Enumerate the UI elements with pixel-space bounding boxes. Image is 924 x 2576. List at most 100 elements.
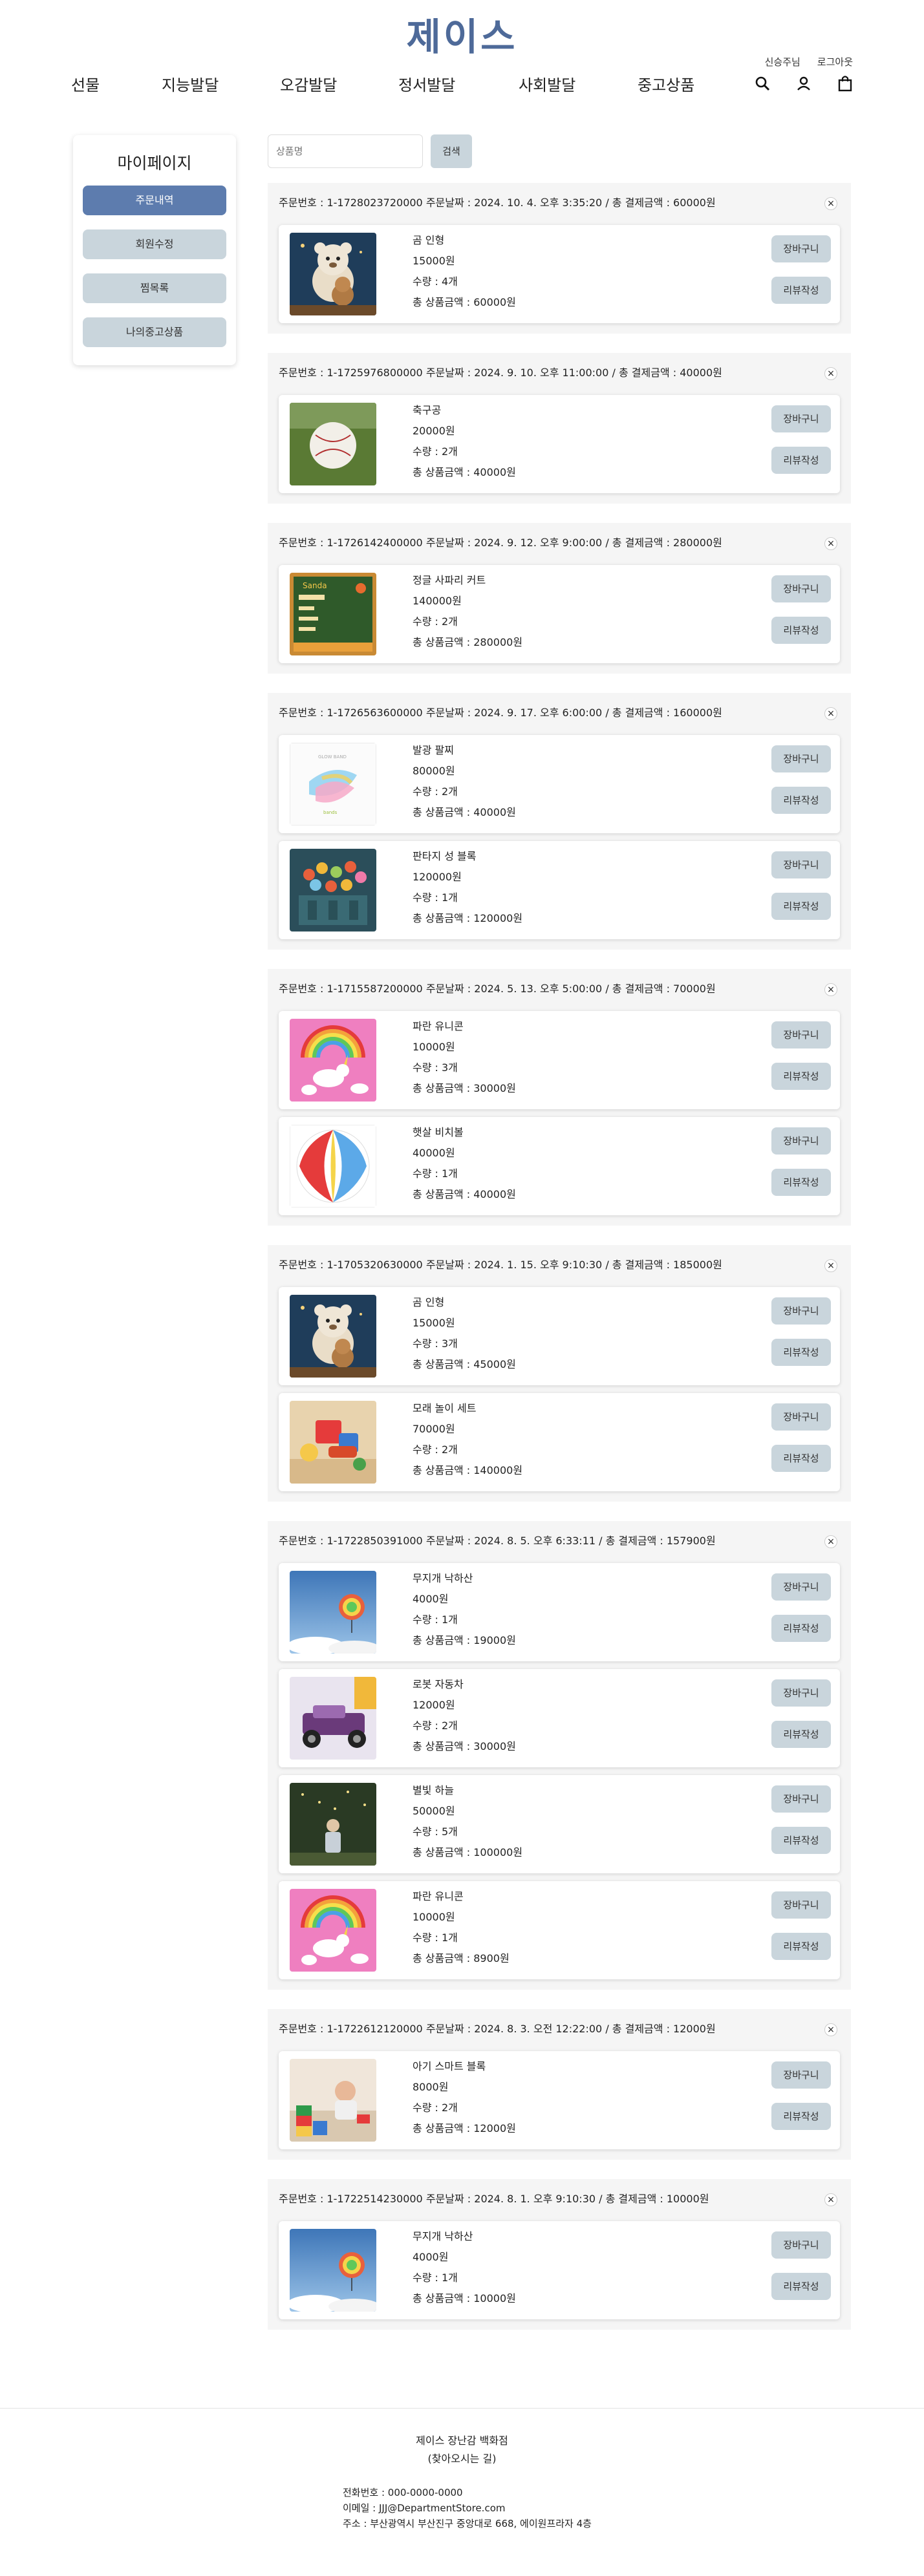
product-price: 10000원 [413,1911,455,1923]
product-quantity: 수량 : 2개 [413,615,458,628]
write-review-button[interactable]: 리뷰작성 [771,1063,831,1090]
nav-item-social[interactable]: 사회발달 [519,72,638,95]
product-total: 총 상품금액 : 12000원 [413,2122,516,2134]
sidebar-item-orders[interactable]: 주문내역 [83,186,226,215]
order-item: 아기 스마트 블록 8000원 수량 : 2개 총 상품금액 : 12000원 장바구니… [279,2051,840,2149]
search-input[interactable] [268,134,423,168]
product-image[interactable] [290,403,376,485]
product-total: 총 상품금액 : 10000원 [413,2292,516,2305]
user-icon[interactable] [796,76,811,91]
product-total: 총 상품금액 : 30000원 [413,1740,516,1752]
add-to-cart-button[interactable]: 장바구니 [771,1573,831,1601]
delete-order-button[interactable]: × [824,2193,837,2206]
write-review-button[interactable]: 리뷰작성 [771,617,831,644]
nav-item-gift[interactable]: 선물 [71,72,162,95]
footer-info: 전화번호 : 000-0000-0000 이메일 : JJJ@Departmen… [343,2485,592,2531]
shopping-bag-icon[interactable] [837,75,853,92]
write-review-button[interactable]: 리뷰작성 [771,1933,831,1960]
nav-icons [755,75,853,92]
search-button[interactable]: 검색 [431,134,472,168]
add-to-cart-button[interactable]: 장바구니 [771,1021,831,1048]
write-review-button[interactable]: 리뷰작성 [771,277,831,304]
sidebar-item-wishlist[interactable]: 찜목록 [83,273,226,303]
add-to-cart-button[interactable]: 장바구니 [771,2231,831,2259]
delete-order-button[interactable]: × [824,197,837,210]
add-to-cart-button[interactable]: 장바구니 [771,1679,831,1707]
order-card: 주문번호 : 1-1722612120000 주문날짜 : 2024. 8. 3… [268,2009,851,2160]
nav-item-used[interactable]: 중고상품 [638,72,728,95]
add-to-cart-button[interactable]: 장바구니 [771,745,831,772]
product-image[interactable] [290,1783,376,1866]
product-price: 70000원 [413,1423,455,1435]
order-card: 주문번호 : 1-1715587200000 주문날짜 : 2024. 5. 1… [268,969,851,1226]
product-image[interactable] [290,1295,376,1378]
delete-order-button[interactable]: × [824,983,837,996]
add-to-cart-button[interactable]: 장바구니 [771,1785,831,1813]
product-image[interactable] [290,2059,376,2142]
write-review-button[interactable]: 리뷰작성 [771,1827,831,1854]
add-to-cart-button[interactable]: 장바구니 [771,405,831,432]
product-name: 곰 인형 [413,234,445,246]
add-to-cart-button[interactable]: 장바구니 [771,2061,831,2089]
product-quantity: 수량 : 1개 [413,891,458,904]
delete-order-button[interactable]: × [824,2023,837,2036]
write-review-button[interactable]: 리뷰작성 [771,893,831,920]
nav-item-intelligence[interactable]: 지능발달 [162,72,280,95]
order-item: 로봇 자동차 12000원 수량 : 2개 총 상품금액 : 30000원 장바구니 리뷰… [279,1669,840,1767]
nav-item-emotion[interactable]: 정서발달 [398,72,519,95]
write-review-button[interactable]: 리뷰작성 [771,787,831,814]
nav-item-senses[interactable]: 오감발달 [280,72,398,95]
product-image[interactable]: Sanda [290,573,376,655]
product-image[interactable] [290,849,376,931]
write-review-button[interactable]: 리뷰작성 [771,1445,831,1472]
sidebar-item-my-used[interactable]: 나의중고상품 [83,317,226,347]
product-price: 140000원 [413,595,462,607]
product-quantity: 수량 : 1개 [413,1613,458,1626]
order-item: 곰 인형 15000원 수량 : 3개 총 상품금액 : 45000원 장바구니 리뷰작성 [279,1287,840,1385]
write-review-button[interactable]: 리뷰작성 [771,1615,831,1642]
delete-order-button[interactable]: × [824,367,837,380]
logo[interactable]: 제이스 [0,14,924,59]
product-price: 4000원 [413,1593,449,1605]
product-image[interactable] [290,2229,376,2312]
user-name-link[interactable]: 신승주님 [765,55,800,69]
search-icon[interactable] [755,76,770,91]
product-name: 무지개 낙하산 [413,1572,473,1584]
product-image[interactable] [290,1401,376,1484]
product-image[interactable]: GLOW BAND bands [290,743,376,825]
delete-order-button[interactable]: × [824,1535,837,1548]
product-image[interactable] [290,1125,376,1208]
email-text: 이메일 : JJJ@DepartmentStore.com [343,2502,506,2514]
write-review-button[interactable]: 리뷰작성 [771,2103,831,2130]
write-review-button[interactable]: 리뷰작성 [771,1169,831,1196]
order-item: 곰 인형 15000원 수량 : 4개 총 상품금액 : 60000원 장바구니 리뷰작성 [279,225,840,323]
order-card: 주문번호 : 1-1722850391000 주문날짜 : 2024. 8. 5… [268,1521,851,1990]
add-to-cart-button[interactable]: 장바구니 [771,851,831,878]
product-total: 총 상품금액 : 40000원 [413,806,516,818]
delete-order-button[interactable]: × [824,537,837,550]
product-price: 50000원 [413,1805,455,1817]
write-review-button[interactable]: 리뷰작성 [771,1721,831,1748]
add-to-cart-button[interactable]: 장바구니 [771,575,831,602]
product-info: 정글 사파리 커트 140000원 수량 : 2개 총 상품금액 : 280000원 [413,570,522,653]
add-to-cart-button[interactable]: 장바구니 [771,1891,831,1919]
delete-order-button[interactable]: × [824,707,837,720]
add-to-cart-button[interactable]: 장바구니 [771,1403,831,1431]
phone-text: 전화번호 : 000-0000-0000 [343,2487,463,2498]
product-quantity: 수량 : 2개 [413,1443,458,1456]
product-image[interactable] [290,233,376,315]
add-to-cart-button[interactable]: 장바구니 [771,1127,831,1155]
product-image[interactable] [290,1571,376,1654]
logout-link[interactable]: 로그아웃 [817,55,853,69]
directions-link[interactable]: (찾아오시는 길) [0,2450,924,2468]
product-image[interactable] [290,1889,376,1972]
write-review-button[interactable]: 리뷰작성 [771,1339,831,1366]
product-image[interactable] [290,1677,376,1760]
delete-order-button[interactable]: × [824,1259,837,1272]
product-image[interactable] [290,1019,376,1102]
sidebar-item-edit-member[interactable]: 회원수정 [83,229,226,259]
add-to-cart-button[interactable]: 장바구니 [771,1297,831,1325]
add-to-cart-button[interactable]: 장바구니 [771,235,831,262]
write-review-button[interactable]: 리뷰작성 [771,2273,831,2300]
write-review-button[interactable]: 리뷰작성 [771,447,831,474]
